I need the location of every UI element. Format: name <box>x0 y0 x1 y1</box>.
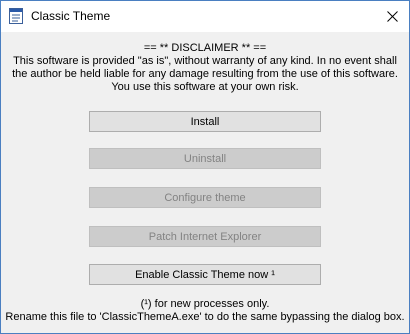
window-app-icon <box>9 8 23 24</box>
disclaimer-line-2: the author be held liable for any damage… <box>12 68 398 80</box>
title-bar[interactable]: Classic Theme <box>1 1 409 32</box>
close-icon <box>386 11 398 22</box>
patch-ie-button[interactable]: Patch Internet Explorer <box>89 226 321 247</box>
configure-theme-button[interactable]: Configure theme <box>89 187 321 208</box>
disclaimer-heading: == ** DISCLAIMER ** == <box>143 42 267 54</box>
dialog-body: == ** DISCLAIMER ** == This software is … <box>1 32 409 333</box>
footer-note-1: (¹) for new processes only. <box>140 298 270 310</box>
disclaimer-text: == ** DISCLAIMER ** == This software is … <box>1 42 409 94</box>
footer-notes: (¹) for new processes only. Rename this … <box>1 298 409 324</box>
classic-theme-window: Classic Theme == ** DISCLAIMER ** == Thi… <box>0 0 410 334</box>
window-title: Classic Theme <box>31 9 111 23</box>
close-button[interactable] <box>375 1 409 32</box>
install-button[interactable]: Install <box>89 111 321 132</box>
disclaimer-line-3: You use this software at your own risk. <box>111 81 299 93</box>
disclaimer-line-1: This software is provided "as is", witho… <box>13 55 397 67</box>
enable-classic-theme-now-button[interactable]: Enable Classic Theme now ¹ <box>89 264 321 285</box>
footer-note-2: Rename this file to 'ClassicThemeA.exe' … <box>5 311 405 323</box>
uninstall-button[interactable]: Uninstall <box>89 148 321 169</box>
